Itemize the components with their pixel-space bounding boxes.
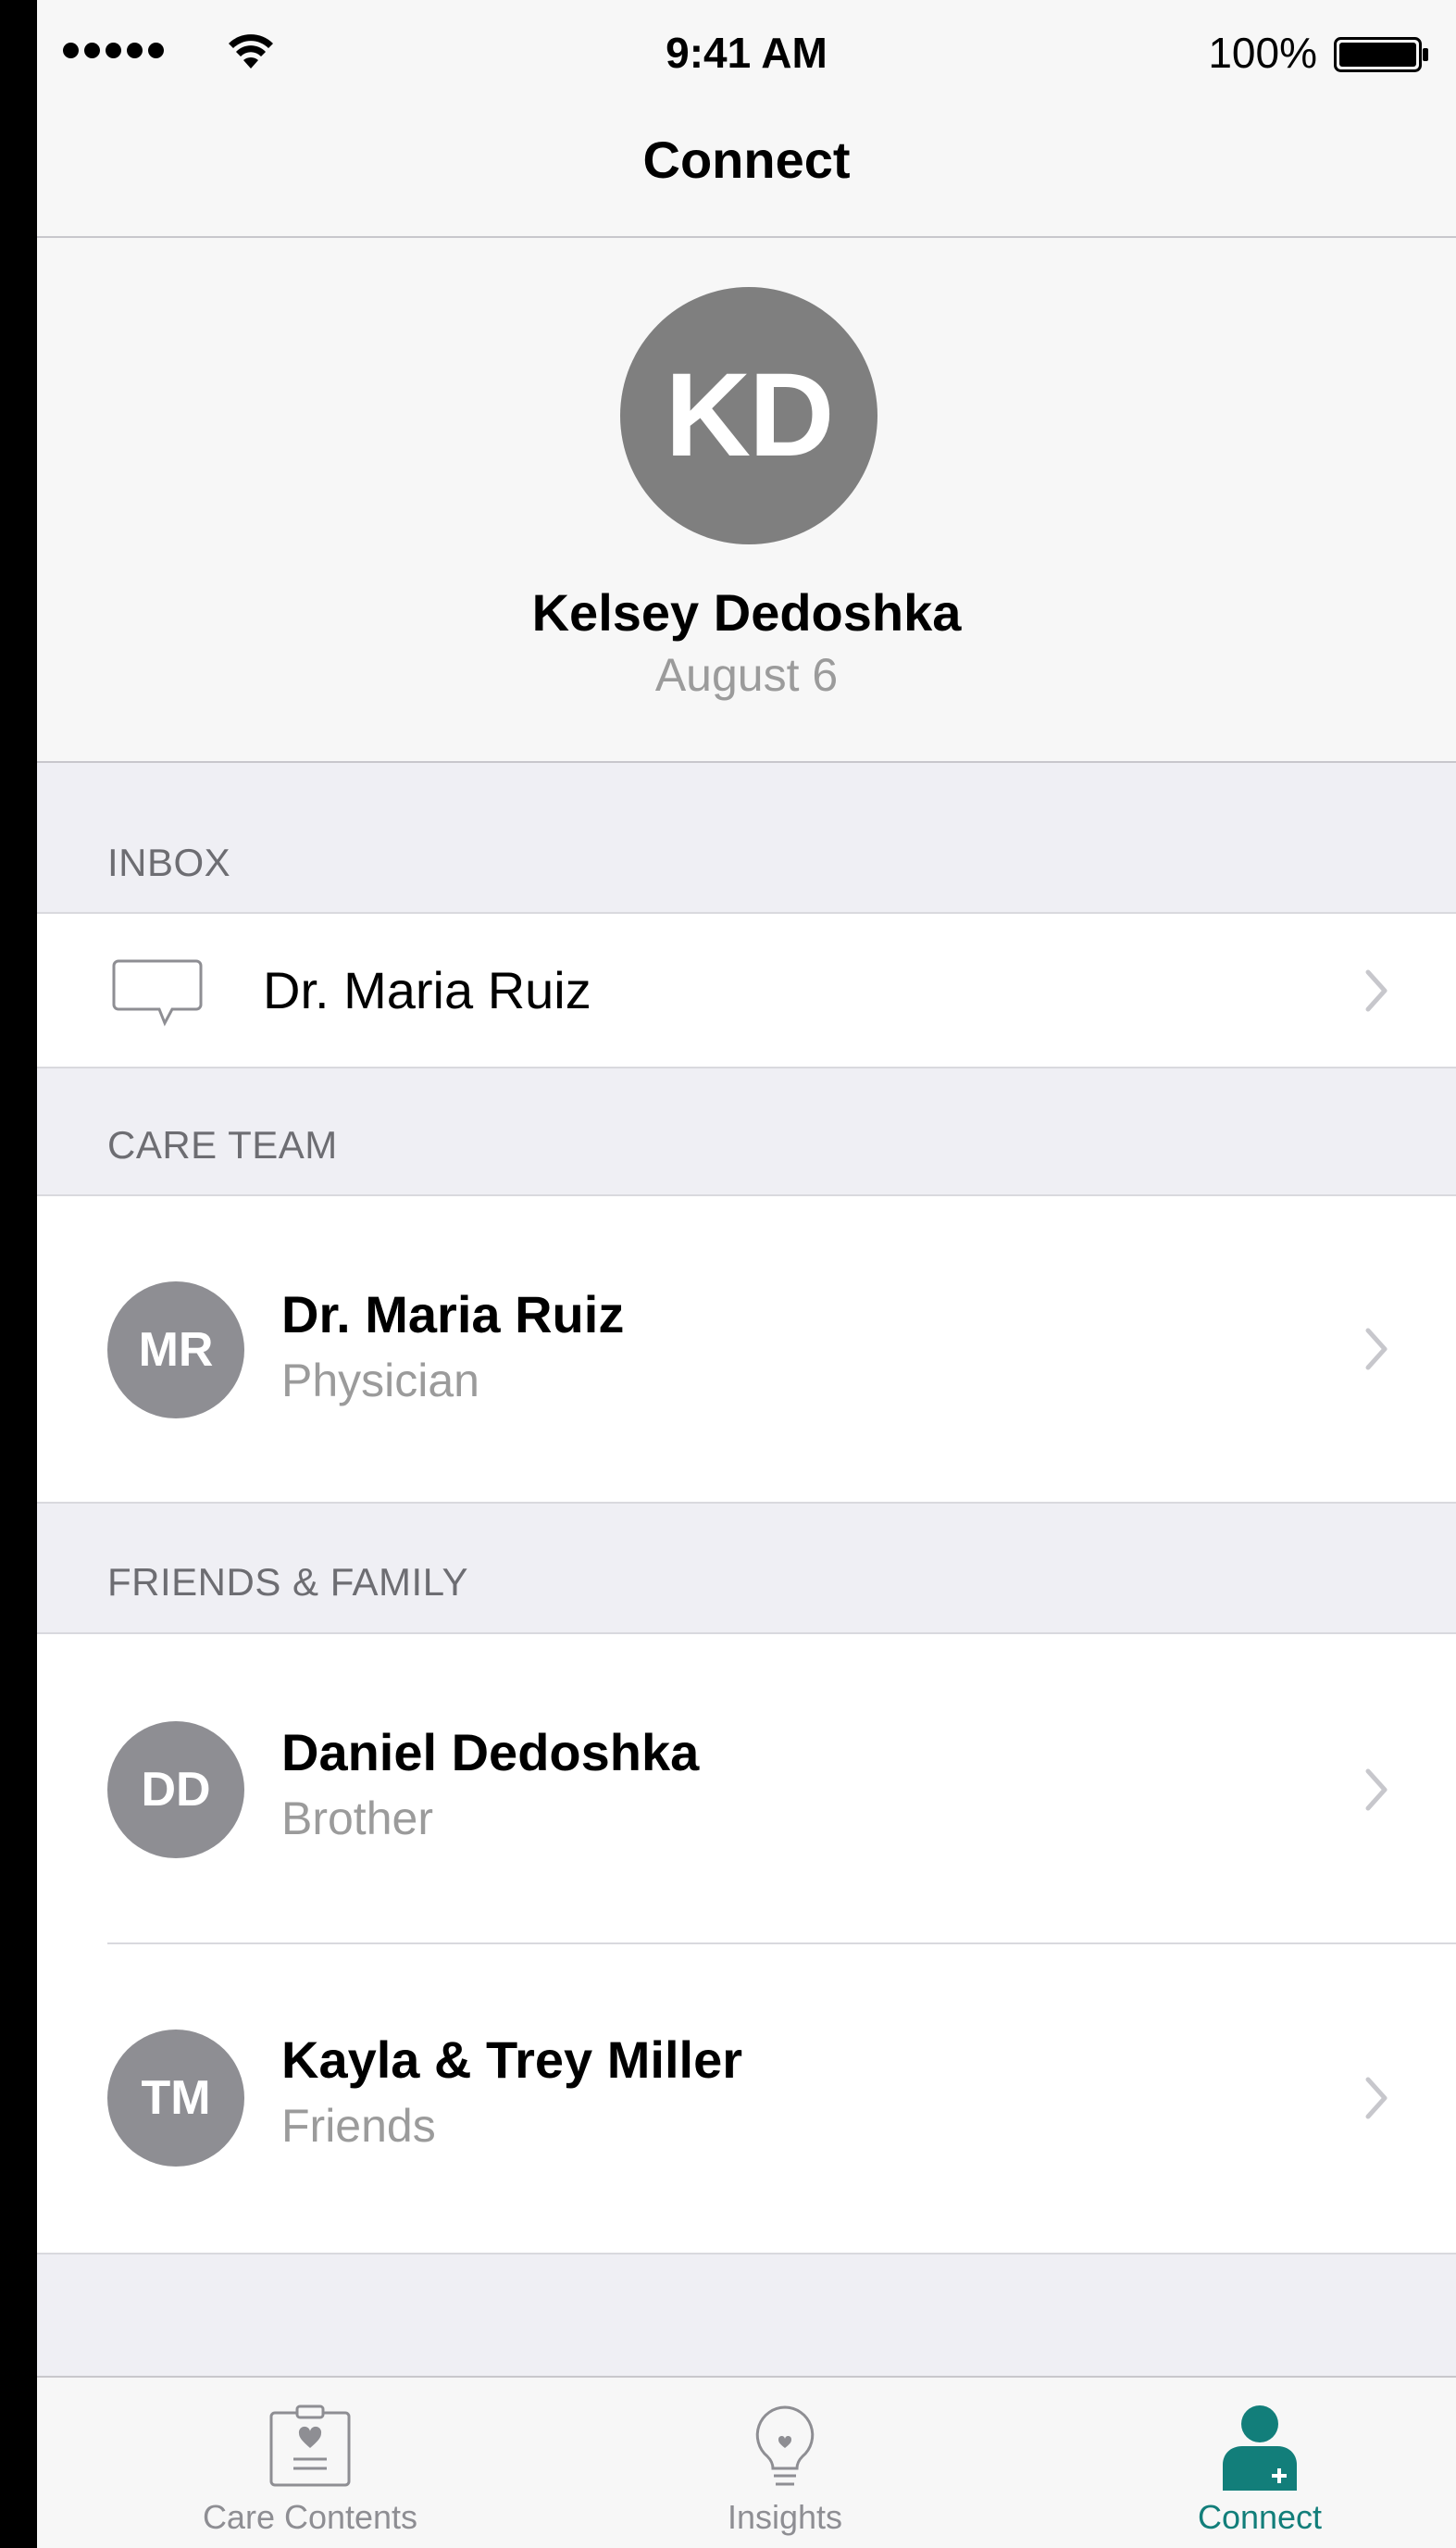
- inbox-group: Dr. Maria Ruiz: [37, 912, 1456, 1068]
- clipboard-heart-icon: [269, 2404, 351, 2487]
- profile-name: Kelsey Dedoshka: [531, 583, 962, 642]
- member-role: Physician: [281, 1355, 479, 1406]
- status-bar: 9:41 AM 100%: [37, 0, 1456, 106]
- member-name: Daniel Dedoshka: [281, 1723, 700, 1781]
- lightbulb-icon: [755, 2405, 815, 2486]
- chat-bubble-icon: [112, 959, 203, 1027]
- member-role: Brother: [281, 1792, 433, 1844]
- person-plus-icon: [1223, 2405, 1297, 2491]
- chevron-right-icon: [1365, 969, 1388, 1012]
- tab-bar: Care Contents Insights Connect: [37, 2376, 1456, 2548]
- friends-family-member-row[interactable]: DD Daniel Dedoshka Brother: [37, 1634, 1456, 1942]
- tab-care-contents[interactable]: Care Contents: [125, 2378, 495, 2548]
- navigation-bar: Connect: [37, 106, 1456, 238]
- friends-family-group: DD Daniel Dedoshka Brother TM Kayla & Tr…: [37, 1632, 1456, 2254]
- member-role: Friends: [281, 2100, 436, 2152]
- battery-icon: [1334, 37, 1428, 72]
- tab-insights[interactable]: Insights: [600, 2378, 970, 2548]
- profile-header: KD Kelsey Dedoshka August 6: [37, 238, 1456, 763]
- connect-screen: 9:41 AM 100% Connect KD Kelsey Dedoshka …: [37, 0, 1456, 2548]
- profile-date: August 6: [654, 649, 839, 701]
- member-name: Dr. Maria Ruiz: [281, 1285, 625, 1343]
- chevron-right-icon: [1365, 1328, 1388, 1370]
- tab-label: Connect: [1197, 2498, 1323, 2536]
- chevron-right-icon: [1365, 2077, 1388, 2119]
- tab-label: Care Contents: [202, 2498, 418, 2536]
- inbox-item-label: Dr. Maria Ruiz: [263, 961, 591, 1019]
- care-team-member-row[interactable]: MR Dr. Maria Ruiz Physician: [37, 1196, 1456, 1502]
- member-name: Kayla & Trey Miller: [281, 2030, 743, 2089]
- inbox-row[interactable]: Dr. Maria Ruiz: [37, 914, 1456, 1067]
- chevron-right-icon: [1365, 1768, 1388, 1811]
- tab-connect[interactable]: Connect: [1075, 2378, 1445, 2548]
- battery-percentage: 100%: [1208, 29, 1317, 77]
- care-team-section-header: CARE TEAM: [107, 1123, 338, 1167]
- inbox-section-header: INBOX: [107, 841, 231, 884]
- tab-label: Insights: [727, 2498, 843, 2536]
- avatar: TM: [107, 2030, 244, 2167]
- avatar: MR: [107, 1281, 244, 1418]
- friends-family-member-row[interactable]: TM Kayla & Trey Miller Friends: [37, 1944, 1456, 2253]
- profile-avatar: KD: [620, 287, 877, 544]
- avatar: DD: [107, 1721, 244, 1858]
- friends-family-section-header: FRIENDS & FAMILY: [107, 1560, 468, 1604]
- care-team-group: MR Dr. Maria Ruiz Physician: [37, 1194, 1456, 1504]
- page-title: Connect: [642, 131, 851, 189]
